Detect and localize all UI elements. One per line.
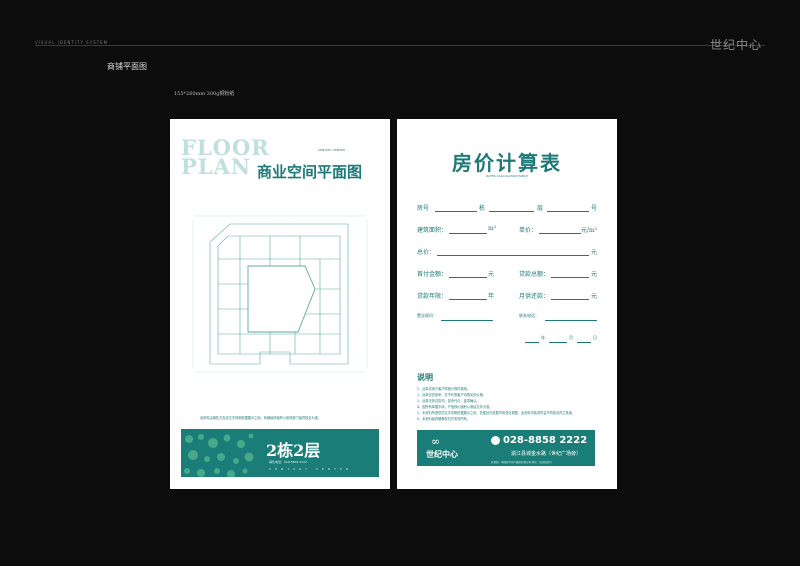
- century-label: CENTURY CENTER: [318, 148, 345, 152]
- price-calc-card: 房价计算表 RATES CALCULATION TABLE 房号 栋 层 号 建…: [397, 119, 617, 489]
- room-label: 房号: [417, 205, 430, 212]
- banner-brand: CENTURY CENTER: [269, 467, 352, 471]
- room-building-field[interactable]: [435, 211, 477, 212]
- loan-years-label: 贷款年限：: [417, 293, 448, 300]
- sales-phone: 028-8858 2222: [503, 435, 588, 446]
- loan-total-field[interactable]: [551, 277, 589, 278]
- row-total: 总价： 元: [397, 247, 617, 257]
- row-loan: 贷款年限： 年 月供还款： 元: [397, 291, 617, 301]
- notes-list: 1、此单仅用于客户购房计算时使用。 2、此单仅供参考，并不代表客户将购买的价格。…: [417, 386, 575, 422]
- brand-logo: 世纪中心: [426, 450, 458, 459]
- loan-total-label: 贷款总额：: [519, 271, 550, 278]
- building-unit: 栋: [479, 205, 486, 212]
- month-field[interactable]: [549, 342, 567, 343]
- note-item: 6、本资料最终解释权归开发商所有。: [417, 417, 471, 421]
- section-title: 商铺平面图: [107, 62, 147, 71]
- area-label: 建筑面积：: [417, 227, 448, 234]
- logo-mark-icon: ∞: [431, 435, 441, 448]
- calc-title: 房价计算表: [452, 151, 562, 175]
- unit-price-label: 单价：: [519, 227, 538, 234]
- unit-price-unit: 元/m²: [581, 227, 598, 234]
- down-payment-field[interactable]: [449, 277, 487, 278]
- row-agent: 置业顾问： 联系电话：: [397, 313, 617, 323]
- calc-subtitle: RATES CALCULATION TABLE: [486, 174, 528, 178]
- explain-title: 说明: [417, 372, 433, 382]
- area-field[interactable]: [449, 233, 487, 234]
- floor-plan-card: FLOOR PLAN CENTURY CENTER 商业空间平面图 该资料由销售…: [170, 119, 390, 489]
- banner-subtitle: 销售电话：028 8858 2222: [269, 460, 307, 464]
- total-field[interactable]: [437, 255, 589, 256]
- room-floor-field[interactable]: [489, 211, 534, 212]
- monthly-label: 月供还款：: [519, 293, 550, 300]
- loan-total-unit: 元: [591, 271, 598, 278]
- monthly-field[interactable]: [551, 299, 589, 300]
- address: 湔江县城金水路（世纪广场旁）: [511, 451, 582, 457]
- brand-logo-top: 世纪中心: [709, 38, 762, 52]
- year-field[interactable]: [525, 342, 539, 343]
- day-field[interactable]: [577, 342, 591, 343]
- area-unit: m²: [488, 225, 497, 232]
- phone-icon: [491, 436, 500, 445]
- building-banner: 2栋2层 销售电话：028 8858 2222 CENTURY CENTER: [181, 429, 379, 477]
- plan-disclaimer: 该资料由销售方及支文字说明依据展示之用，商铺最终面积以政府部门最终核定为准。: [200, 416, 322, 420]
- building-floor-label: 2栋2层: [266, 441, 321, 460]
- agent-field[interactable]: [441, 320, 493, 321]
- contact-banner: ∞ 世纪中心 028-8858 2222 湔江县城金水路（世纪广场旁） 开发商：…: [417, 430, 595, 466]
- monthly-unit: 元: [591, 293, 598, 300]
- dot-pattern: [184, 433, 254, 477]
- floor-plan-drawing: [192, 215, 368, 373]
- developer-info: 开发商：中国新华房产集团有限公司 地址：某某路某号: [491, 461, 552, 464]
- number-unit: 号: [591, 205, 598, 212]
- year-unit: 年: [541, 335, 545, 340]
- agent-label: 置业顾问：: [417, 313, 437, 318]
- total-unit: 元: [591, 249, 598, 256]
- room-number-field[interactable]: [547, 211, 589, 212]
- plan-title: 商业空间平面图: [257, 163, 363, 181]
- row-room: 房号 栋 层 号: [397, 203, 617, 213]
- vis-system-label: VISUAL IDENTITY SYSTEM: [35, 40, 109, 45]
- unit-price-field[interactable]: [539, 233, 581, 234]
- down-payment-unit: 元: [488, 271, 495, 278]
- floor-unit: 层: [537, 205, 544, 212]
- contact-phone-label: 联系电话：: [519, 313, 539, 318]
- month-unit: 月: [569, 335, 573, 340]
- total-label: 总价：: [417, 249, 436, 256]
- row-date: 年 月 日: [397, 335, 617, 345]
- loan-years-unit: 年: [488, 293, 495, 300]
- row-area: 建筑面积： m² 单价： 元/m²: [397, 225, 617, 235]
- down-payment-label: 首付金额：: [417, 271, 448, 278]
- plan-word: PLAN: [181, 154, 252, 179]
- day-unit: 日: [593, 335, 597, 340]
- paper-spec: 155*260mm 300g铜粉纸: [174, 91, 235, 97]
- top-rule: [35, 45, 765, 46]
- row-payment: 首付金额： 元 贷款总额： 元: [397, 269, 617, 279]
- contact-phone-field[interactable]: [545, 320, 597, 321]
- loan-years-field[interactable]: [449, 299, 487, 300]
